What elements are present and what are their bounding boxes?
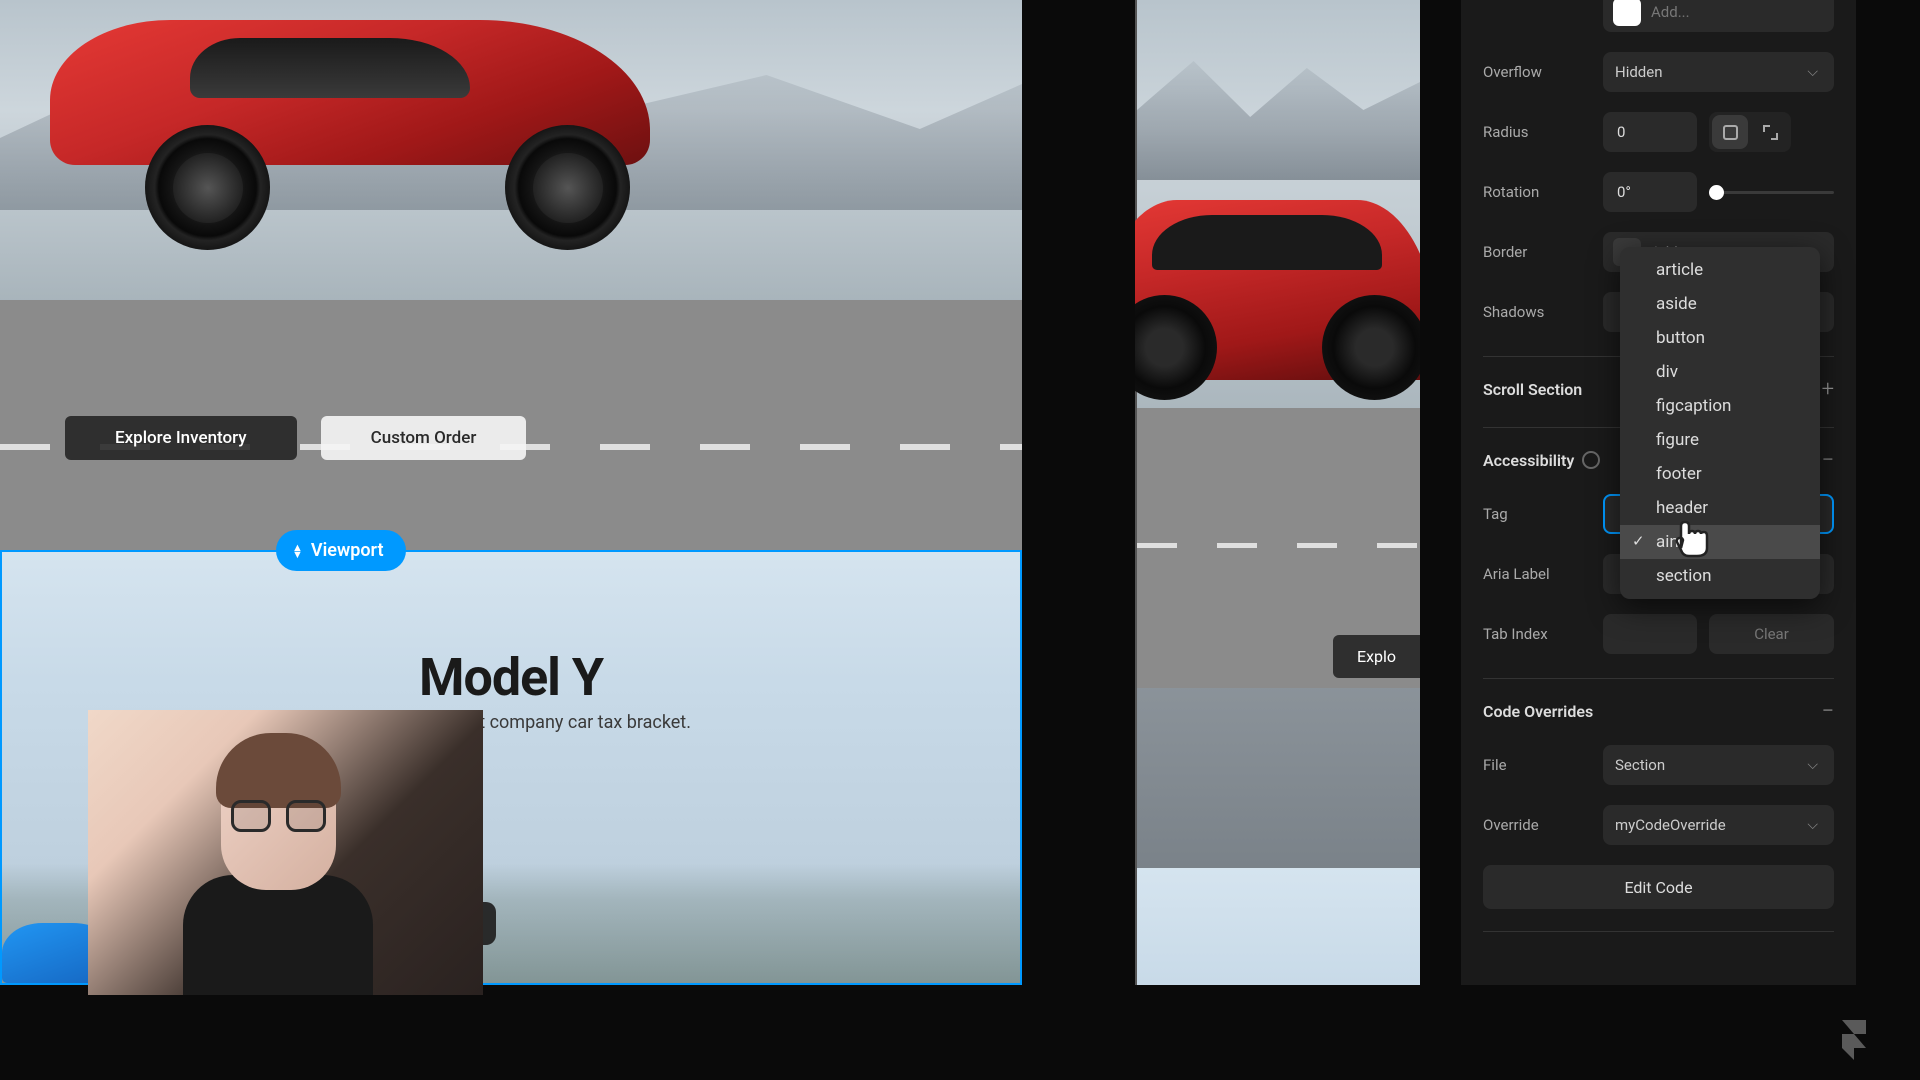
red-car-front-illustration: [1135, 150, 1420, 460]
rotation-label: Rotation: [1483, 183, 1591, 201]
red-car-illustration: [10, 0, 690, 270]
accessibility-title: Accessibility: [1483, 451, 1574, 470]
border-label: Border: [1483, 243, 1591, 261]
accessibility-reset-icon[interactable]: [1582, 451, 1600, 469]
collapse-accessibility-button[interactable]: −: [1821, 448, 1834, 473]
clear-tab-index-button[interactable]: Clear: [1709, 614, 1834, 654]
dropdown-item-main[interactable]: ain: [1620, 525, 1820, 559]
explore-inventory-button[interactable]: Explore Inventory: [65, 416, 297, 460]
hero-section: Explore Inventory Custom Order: [0, 0, 1022, 550]
fill-swatch[interactable]: [1613, 0, 1641, 26]
dropdown-item-button[interactable]: button: [1620, 321, 1820, 355]
model-y-title: Model Y: [2, 647, 1020, 708]
tab-index-label: Tab Index: [1483, 625, 1591, 643]
file-label: File: [1483, 756, 1591, 774]
dropdown-item-figure[interactable]: figure: [1620, 423, 1820, 457]
file-value: Section: [1615, 756, 1665, 774]
overflow-value: Hidden: [1615, 63, 1663, 81]
override-select[interactable]: myCodeOverride: [1603, 805, 1834, 845]
code-overrides-title: Code Overrides: [1483, 702, 1593, 721]
code-overrides-header: Code Overrides −: [1483, 687, 1834, 735]
radius-uniform-icon[interactable]: [1712, 115, 1748, 149]
fill-input[interactable]: Add...: [1603, 0, 1834, 32]
dropdown-item-figcaption[interactable]: figcaption: [1620, 389, 1820, 423]
tag-label: Tag: [1483, 505, 1591, 523]
edit-code-button[interactable]: Edit Code: [1483, 865, 1834, 909]
tag-dropdown-menu[interactable]: article aside button div figcaption figu…: [1620, 247, 1820, 599]
viewport-label: Viewport: [311, 540, 384, 561]
framer-logo-icon: [1830, 1014, 1878, 1062]
dropdown-item-aside[interactable]: aside: [1620, 287, 1820, 321]
file-select[interactable]: Section: [1603, 745, 1834, 785]
overflow-select[interactable]: Hidden: [1603, 52, 1834, 92]
preview-frame-mobile[interactable]: Explo: [1135, 0, 1420, 985]
canvas-area: Explore Inventory Custom Order ▲▼ Viewpo…: [0, 0, 1420, 985]
radius-label: Radius: [1483, 123, 1591, 141]
hero-button-row: Explore Inventory Custom Order: [65, 416, 526, 460]
scroll-section-title: Scroll Section: [1483, 380, 1582, 399]
dropdown-item-section[interactable]: section: [1620, 559, 1820, 593]
override-label: Override: [1483, 816, 1591, 834]
rotation-slider[interactable]: [1709, 191, 1834, 194]
radius-input[interactable]: [1603, 112, 1697, 152]
add-scroll-section-button[interactable]: +: [1822, 377, 1834, 402]
viewport-badge[interactable]: ▲▼ Viewport: [276, 530, 406, 571]
explore-button-cropped[interactable]: Explo: [1333, 635, 1420, 678]
presenter-person: [183, 745, 373, 995]
dropdown-item-footer[interactable]: footer: [1620, 457, 1820, 491]
collapse-code-overrides-button[interactable]: −: [1821, 699, 1834, 724]
fill-placeholder: Add...: [1651, 3, 1690, 21]
radius-mode-toggle[interactable]: [1709, 112, 1791, 152]
road-lane-marking: [1137, 543, 1420, 548]
tab-index-input[interactable]: [1603, 614, 1697, 654]
radius-individual-icon[interactable]: [1752, 115, 1788, 149]
rotation-input[interactable]: [1603, 172, 1697, 212]
override-value: myCodeOverride: [1615, 816, 1726, 834]
webcam-overlay: [88, 710, 483, 995]
shadows-label: Shadows: [1483, 303, 1591, 321]
overflow-label: Overflow: [1483, 63, 1591, 81]
custom-order-button[interactable]: Custom Order: [321, 416, 527, 460]
dropdown-item-header[interactable]: header: [1620, 491, 1820, 525]
dropdown-item-article[interactable]: article: [1620, 253, 1820, 287]
dropdown-item-div[interactable]: div: [1620, 355, 1820, 389]
viewport-resize-icon: ▲▼: [292, 544, 303, 558]
slider-thumb[interactable]: [1709, 185, 1724, 200]
aria-label-label: Aria Label: [1483, 565, 1591, 583]
mobile-hero: Explo: [1135, 0, 1420, 868]
mobile-section2: [1135, 868, 1420, 985]
